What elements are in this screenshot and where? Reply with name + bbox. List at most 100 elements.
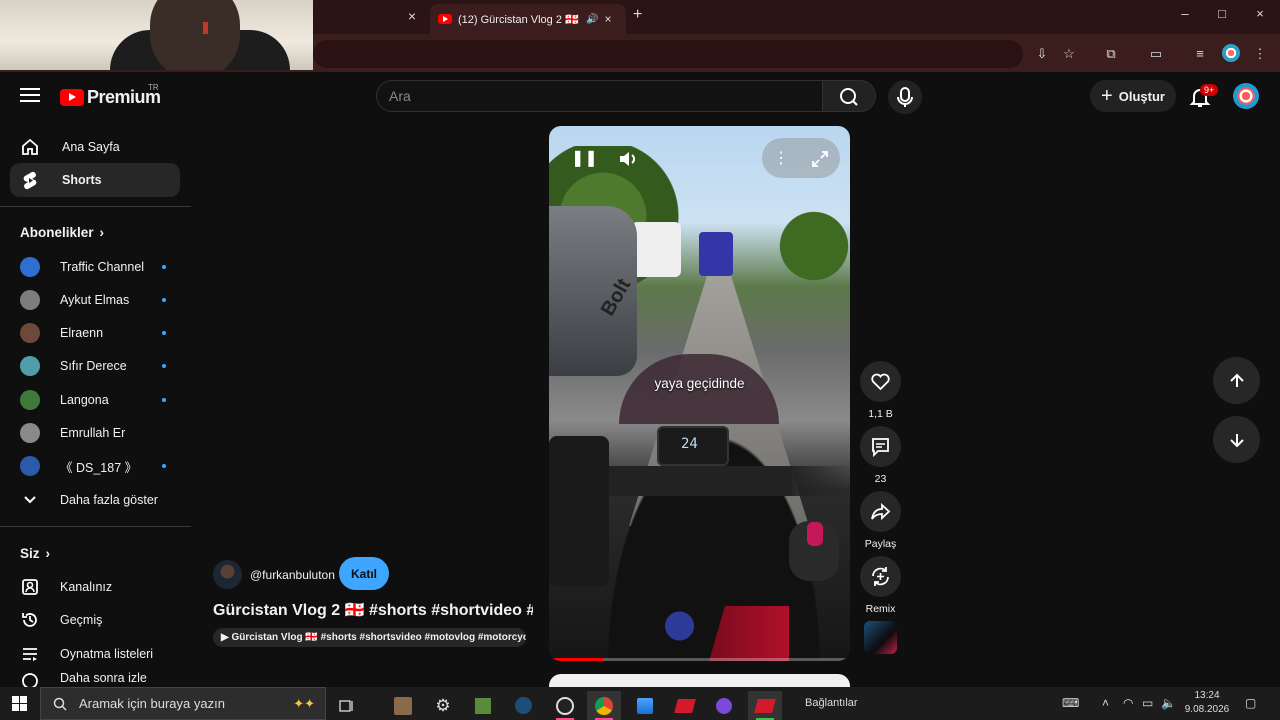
chevron-right-icon: › (45, 546, 51, 561)
video-progress-bar[interactable] (549, 658, 850, 661)
keyboard-icon[interactable]: ⌨ (1062, 696, 1079, 710)
youtube-logo[interactable]: Premium (60, 87, 161, 108)
sidebar-item-subscription[interactable]: Emrullah Er (10, 417, 180, 449)
channel-avatar (20, 356, 40, 376)
watch-later-icon (22, 673, 38, 687)
chevron-down-icon (24, 496, 36, 504)
sidebar-item-label: Shorts (62, 173, 102, 187)
audio-playing-icon[interactable]: 🔊 (586, 14, 598, 25)
chrome-icon[interactable] (587, 691, 621, 720)
links-toolbar-label[interactable]: Bağlantılar (805, 697, 858, 709)
sidebar-item-shorts[interactable]: Shorts (10, 163, 180, 197)
fullscreen-icon[interactable] (809, 148, 831, 170)
extensions-icon[interactable]: ⧉ (1101, 44, 1121, 64)
battery-icon[interactable]: ▭ (1142, 696, 1153, 710)
close-tab-icon[interactable]: × (404, 8, 420, 24)
like-button[interactable] (860, 361, 901, 402)
sidebar-item-subscription[interactable]: Traffic Channel (10, 251, 180, 283)
maximize-button[interactable]: □ (1212, 6, 1232, 21)
windows-start-icon[interactable] (12, 696, 27, 711)
search-button[interactable] (822, 80, 876, 112)
channel-avatar (20, 423, 40, 443)
voice-search-button[interactable] (888, 80, 922, 114)
more-options-icon[interactable]: ⋮ (770, 148, 792, 170)
channel-handle[interactable]: @furkanbuluton (250, 568, 335, 582)
share-button[interactable] (860, 491, 901, 532)
sidebar-item-playlists[interactable]: Oynatma listeleri (10, 638, 180, 670)
tray-chevron-up-icon[interactable]: ˄ (1102, 696, 1109, 710)
shorts-video-player[interactable]: Bolt 24 yaya geçidinde ❚❚ ⋮ (549, 126, 850, 661)
purple-app-icon[interactable] (707, 691, 741, 720)
scene-van (631, 222, 681, 277)
pause-icon[interactable]: ❚❚ (571, 148, 598, 170)
account-avatar[interactable] (1233, 83, 1259, 109)
tab-active[interactable]: (12) Gürcistan Vlog 2 🇬🇪 #shorts 🔊 × (430, 4, 626, 34)
comment-count: 23 (874, 473, 887, 485)
microphone-icon (897, 87, 913, 107)
new-tab-button[interactable]: + (633, 6, 642, 24)
volume-icon[interactable]: 🔈 (1161, 696, 1176, 710)
create-button[interactable]: + Oluştur (1090, 80, 1176, 112)
store-icon[interactable] (628, 691, 662, 720)
steam-icon[interactable] (506, 691, 540, 720)
media-controls-icon[interactable]: ≡ (1190, 44, 1210, 64)
subscription-label: Langona (60, 393, 109, 407)
green-app-icon[interactable] (748, 691, 782, 720)
profile-icon[interactable] (1222, 44, 1240, 62)
network-icon[interactable]: ◠ (1123, 696, 1133, 710)
reading-mode-icon[interactable]: ▭ (1146, 44, 1166, 64)
address-bar[interactable] (313, 40, 1023, 68)
share-action[interactable]: Paylaş (860, 491, 901, 550)
photo-app-icon[interactable] (386, 691, 420, 720)
minimize-button[interactable]: – (1175, 6, 1195, 21)
sidebar-item-watch-later[interactable]: Daha sonra izle (10, 671, 180, 687)
you-header[interactable]: Siz › (20, 546, 50, 561)
notification-center-icon[interactable]: ▢ (1245, 696, 1256, 710)
bookmark-star-icon[interactable]: ☆ (1059, 44, 1079, 64)
sidebar-item-history[interactable]: Geçmiş (10, 604, 180, 636)
show-more-label: Daha fazla göster (60, 493, 158, 507)
comment-action[interactable]: 23 (860, 426, 901, 485)
install-app-icon[interactable]: ⇩ (1032, 44, 1052, 64)
sidebar-item-subscription[interactable]: Aykut Elmas (10, 284, 180, 316)
sidebar-item-subscription[interactable]: 《 DS_187 》 (10, 450, 180, 482)
menu-icon[interactable] (20, 88, 40, 104)
remix-action[interactable]: Remix (860, 556, 901, 615)
sidebar: Ana Sayfa Shorts Abonelikler › Traffic C… (0, 120, 191, 687)
new-content-dot (162, 265, 166, 269)
join-button[interactable]: Katıl (339, 557, 389, 590)
channel-avatar (20, 456, 40, 476)
next-short-button[interactable] (1213, 416, 1260, 463)
sidebar-item-home[interactable]: Ana Sayfa (10, 130, 180, 164)
subscription-label: 《 DS_187 》 (60, 460, 138, 475)
taskbar-search-input[interactable]: Aramak için buraya yazın ✦✦ (40, 687, 326, 720)
sidebar-item-subscription[interactable]: Langona (10, 384, 180, 416)
sidebar-item-your-channel[interactable]: Kanalınız (10, 571, 180, 603)
racing-game-icon[interactable] (668, 691, 702, 720)
show-more-button[interactable]: Daha fazla göster (10, 484, 180, 516)
channel-avatar[interactable] (213, 560, 242, 589)
subscriptions-header[interactable]: Abonelikler › (20, 225, 104, 240)
divider (0, 526, 191, 527)
task-view-icon[interactable] (330, 691, 364, 720)
close-tab-icon[interactable]: × (604, 12, 611, 26)
search-input[interactable]: Ara (376, 80, 823, 112)
menu-kebab-icon[interactable]: ⋮ (1250, 44, 1270, 64)
sidebar-item-subscription[interactable]: Elraenn (10, 317, 180, 349)
previous-short-button[interactable] (1213, 357, 1260, 404)
volume-icon[interactable] (617, 148, 639, 170)
related-video-chip[interactable]: ▶ Gürcistan Vlog 🇬🇪 #shorts #shortsvideo… (213, 628, 526, 647)
obs-icon[interactable] (548, 691, 582, 720)
search-icon (840, 88, 858, 106)
like-action[interactable]: 1,1 B (860, 361, 901, 420)
sidebar-item-subscription[interactable]: Sıfır Derece (10, 350, 180, 382)
video-title[interactable]: Gürcistan Vlog 2 🇬🇪 #shorts #shortvideo … (213, 600, 533, 620)
settings-gear-icon[interactable]: ⚙ (426, 691, 460, 720)
remix-button[interactable] (860, 556, 901, 597)
minecraft-icon[interactable] (466, 691, 500, 720)
sound-thumbnail[interactable] (864, 621, 897, 654)
close-window-button[interactable]: × (1250, 6, 1270, 21)
system-clock[interactable]: 13:24 9.08.2026 (1180, 689, 1234, 717)
comment-button[interactable] (860, 426, 901, 467)
search-placeholder: Aramak için buraya yazın (79, 696, 225, 711)
